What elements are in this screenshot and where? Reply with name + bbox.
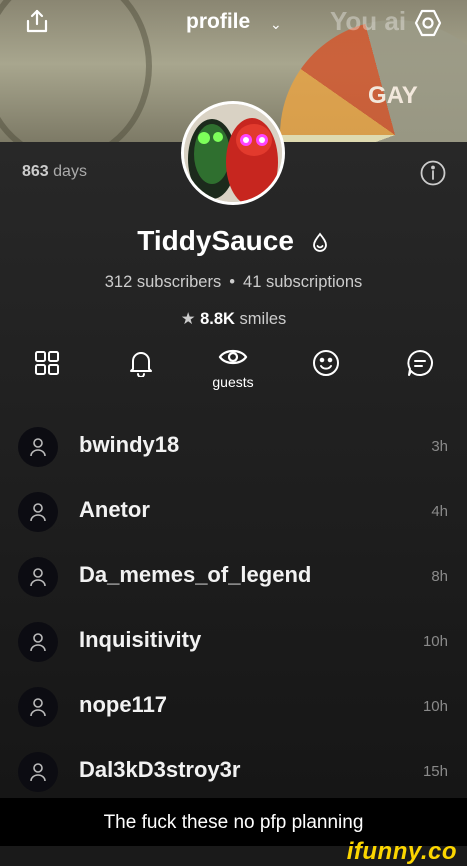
- tab-grid[interactable]: [27, 345, 67, 385]
- list-item[interactable]: Anetor 4h: [0, 488, 467, 538]
- list-item[interactable]: Dal3kD3stroy3r 15h: [0, 748, 467, 798]
- guest-username[interactable]: Dal3kD3stroy3r: [79, 757, 240, 783]
- tab-smiles[interactable]: [306, 345, 346, 385]
- guest-time: 15h: [422, 763, 448, 780]
- page-title[interactable]: profile: [186, 10, 250, 34]
- guest-username[interactable]: Anetor: [79, 497, 150, 523]
- list-item[interactable]: nope117 10h: [0, 683, 467, 733]
- guest-time: 8h: [431, 568, 448, 585]
- subscriptions-count[interactable]: 41 subscriptions: [243, 273, 362, 291]
- chat-bubble-icon: [406, 349, 434, 382]
- tab-guests[interactable]: [213, 339, 253, 379]
- days-counter: 863 days: [22, 163, 87, 181]
- days-count: 863: [22, 163, 49, 180]
- star-icon: ★: [180, 310, 196, 328]
- default-avatar-icon: [18, 492, 58, 532]
- tab-guests-label: guests: [212, 374, 254, 390]
- top-bar: profile ⌄: [0, 0, 467, 44]
- days-label: days: [53, 163, 87, 180]
- list-item[interactable]: Da_memes_of_legend 8h: [0, 553, 467, 603]
- default-avatar-icon: [18, 622, 58, 662]
- profile-screen: You ai GAY profile ⌄ 863 days TiddySauce…: [0, 0, 467, 798]
- guest-time: 3h: [431, 438, 448, 455]
- default-avatar-icon: [18, 427, 58, 467]
- info-icon[interactable]: [420, 160, 446, 186]
- subscribers-count[interactable]: 312 subscribers: [105, 273, 221, 291]
- guest-username[interactable]: Da_memes_of_legend: [79, 562, 311, 588]
- guest-time: 10h: [422, 698, 448, 715]
- share-icon[interactable]: [24, 8, 50, 34]
- list-item[interactable]: Inquisitivity 10h: [0, 618, 467, 668]
- profile-avatar[interactable]: [181, 101, 285, 205]
- list-item[interactable]: bwindy18 3h: [0, 423, 467, 473]
- tab-notifications[interactable]: [121, 345, 161, 385]
- guest-time: 4h: [431, 503, 448, 520]
- guest-username[interactable]: bwindy18: [79, 432, 179, 458]
- username: TiddySauce: [137, 225, 294, 256]
- smiles-label: smiles: [239, 310, 287, 328]
- smile-icon: [312, 349, 340, 382]
- guest-username[interactable]: nope117: [79, 692, 167, 718]
- default-avatar-icon: [18, 557, 58, 597]
- smiles-count: 8.8K: [200, 310, 235, 328]
- settings-icon[interactable]: [413, 8, 443, 38]
- chevron-down-icon[interactable]: ⌄: [270, 16, 282, 33]
- guest-username[interactable]: Inquisitivity: [79, 627, 201, 653]
- default-avatar-icon: [18, 752, 58, 792]
- eye-icon: [218, 346, 248, 373]
- username-row: TiddySauce: [0, 225, 467, 259]
- ifunny-watermark-logo: ifunny.co: [346, 838, 457, 865]
- tab-comments[interactable]: [400, 345, 440, 385]
- subscription-stats: 312 subscribers • 41 subscriptions: [0, 273, 467, 292]
- verified-drop-icon: [310, 227, 330, 259]
- grid-icon: [34, 350, 60, 381]
- caption-text: The fuck these no pfp planning: [103, 812, 364, 833]
- smiles-stat: ★ 8.8K smiles: [0, 309, 467, 329]
- default-avatar-icon: [18, 687, 58, 727]
- banner-label: GAY: [368, 82, 418, 109]
- guest-time: 10h: [422, 633, 448, 650]
- bell-icon: [128, 349, 154, 382]
- separator-dot: •: [229, 273, 236, 291]
